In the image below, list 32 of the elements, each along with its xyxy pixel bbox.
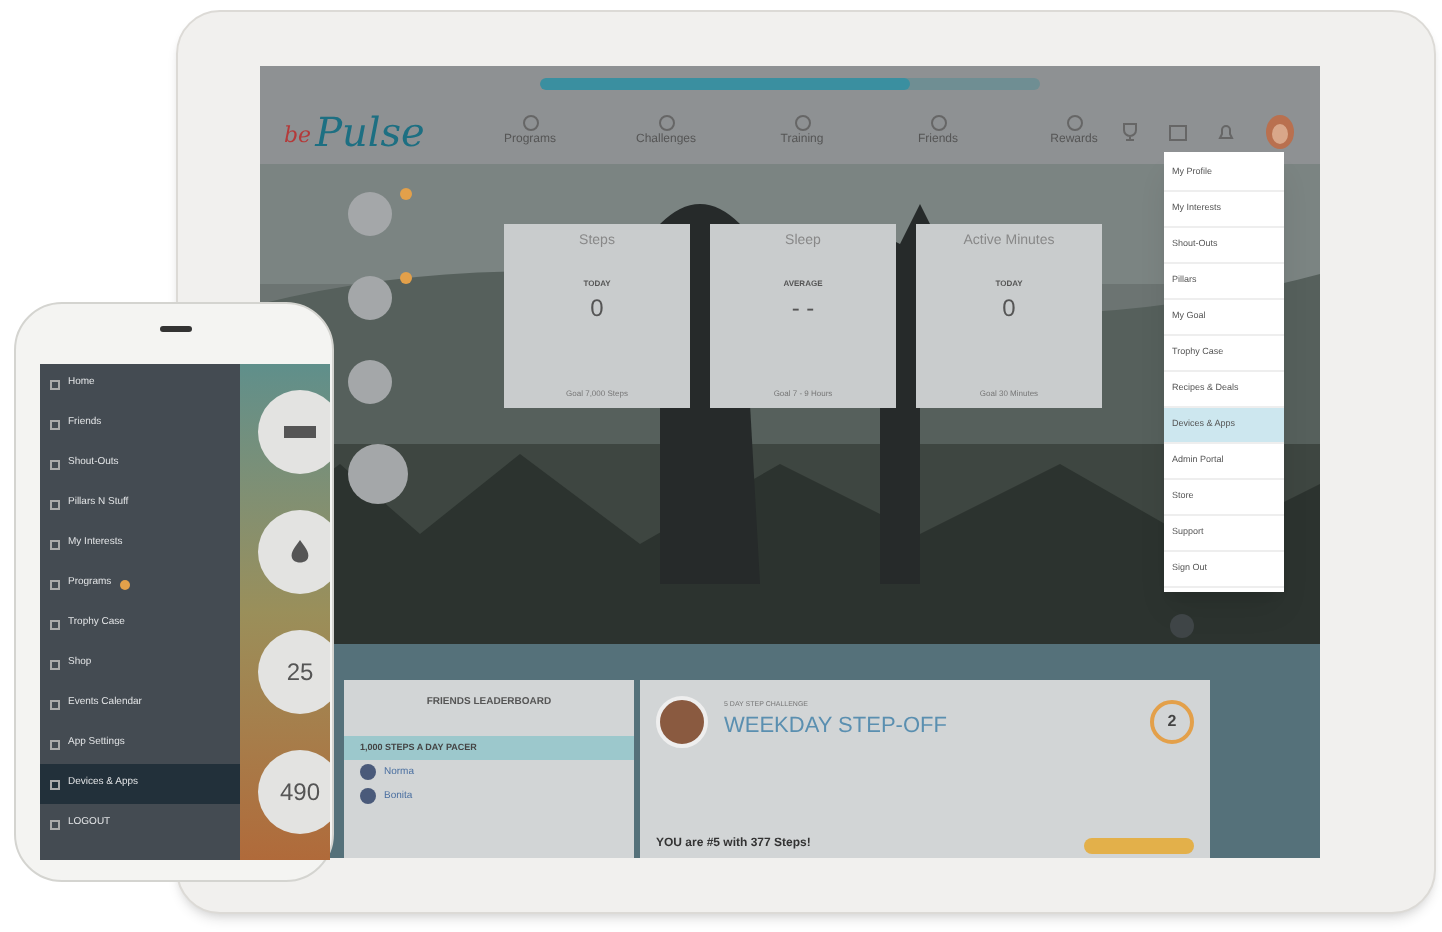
square-icon	[50, 419, 60, 429]
logo-prefix: be	[284, 119, 312, 151]
card-value: 0	[590, 291, 604, 325]
square-icon	[50, 539, 60, 549]
circle-icon	[1065, 114, 1083, 132]
square-icon	[50, 779, 60, 789]
challenge-title: WEEKDAY STEP-OFF	[724, 712, 947, 743]
circle-icon	[657, 114, 675, 132]
square-icon	[50, 659, 60, 669]
square-icon	[50, 499, 60, 509]
square-icon	[50, 739, 60, 749]
card-value: 0	[1002, 291, 1016, 325]
circle-icon	[793, 114, 811, 132]
square-icon	[50, 699, 60, 709]
card-value: - -	[791, 291, 815, 325]
action-button[interactable]	[1084, 837, 1194, 853]
bell-icon[interactable]	[1216, 122, 1236, 142]
avatar	[656, 696, 708, 748]
square-icon	[50, 459, 60, 469]
square-icon	[50, 579, 60, 589]
days-count: 2	[1167, 710, 1177, 734]
square-icon	[50, 819, 60, 829]
logo: Pulse	[315, 112, 425, 152]
square-icon	[50, 619, 60, 629]
circle-icon	[929, 114, 947, 132]
square-icon	[50, 379, 60, 389]
avatar[interactable]	[1264, 114, 1296, 150]
trophy-icon[interactable]	[1120, 122, 1140, 142]
circle-icon	[521, 114, 539, 132]
speaker-icon	[160, 326, 192, 332]
tile-number: 25	[286, 656, 314, 690]
tile-number: 490	[279, 776, 321, 810]
